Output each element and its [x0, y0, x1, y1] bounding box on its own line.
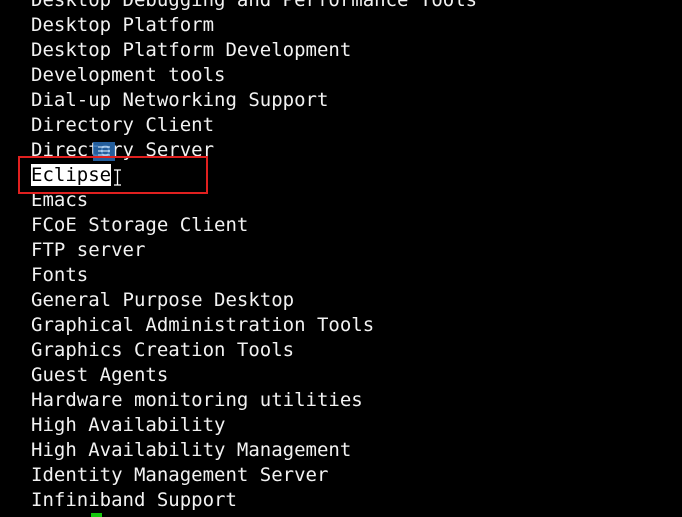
ibeam-cursor-icon — [114, 169, 121, 186]
terminal-line: Graphics Creation Tools — [31, 338, 477, 363]
terminal-output[interactable]: Desktop Debugging and Performance Tools … — [31, 0, 477, 513]
terminal-line: FCoE Storage Client — [31, 213, 477, 238]
terminal-line-text: Fonts — [31, 264, 89, 286]
terminal-line-text: FTP server — [31, 239, 146, 261]
terminal-line: Dial-up Networking Support — [31, 88, 477, 113]
terminal-cursor — [91, 513, 102, 517]
terminal-line: Hardware monitoring utilities — [31, 388, 477, 413]
terminal-line-text: Graphics Creation Tools — [31, 339, 295, 361]
terminal-line-text: High Availability — [31, 414, 226, 436]
terminal-line: Directory Client — [31, 113, 477, 138]
terminal-line-text: Graphical Administration Tools — [31, 314, 375, 336]
terminal-line: General Purpose Desktop — [31, 288, 477, 313]
terminal-line-text: Directory Client — [31, 114, 215, 136]
terminal-line: Desktop Debugging and Performance Tools — [31, 0, 477, 13]
terminal-line-text: High Availability Management — [31, 439, 352, 461]
terminal-line: Graphical Administration Tools — [31, 313, 477, 338]
terminal-line-text: Guest Agents — [31, 364, 169, 386]
terminal-line: FTP server — [31, 238, 477, 263]
terminal-line: Development tools — [31, 63, 477, 88]
terminal-line: Infiniband Support — [31, 488, 477, 513]
terminal-line: Desktop Platform Development — [31, 38, 477, 63]
terminal-line-text: Desktop Platform — [31, 14, 215, 36]
terminal-line-text: Desktop Platform Development — [31, 39, 352, 61]
terminal-line-text: Desktop Debugging and Performance Tools — [31, 0, 478, 11]
terminal-line: Guest Agents — [31, 363, 477, 388]
terminal-line-text: FCoE Storage Client — [31, 214, 249, 236]
terminal-line: Fonts — [31, 263, 477, 288]
terminal-line-text: Identity Management Server — [31, 464, 329, 486]
terminal-line: Desktop Platform — [31, 13, 477, 38]
terminal-line: Identity Management Server — [31, 463, 477, 488]
terminal-line: High Availability — [31, 413, 477, 438]
terminal-line-text: General Purpose Desktop — [31, 289, 295, 311]
terminal-line-text: Infiniband Support — [31, 489, 237, 511]
terminal-line: High Availability Management — [31, 438, 477, 463]
terminal-line-text: Dial-up Networking Support — [31, 89, 329, 111]
terminal-line-text: Hardware monitoring utilities — [31, 389, 363, 411]
terminal-line-text: Development tools — [31, 64, 226, 86]
terminal-window[interactable]: Desktop Debugging and Performance Tools … — [0, 0, 682, 517]
